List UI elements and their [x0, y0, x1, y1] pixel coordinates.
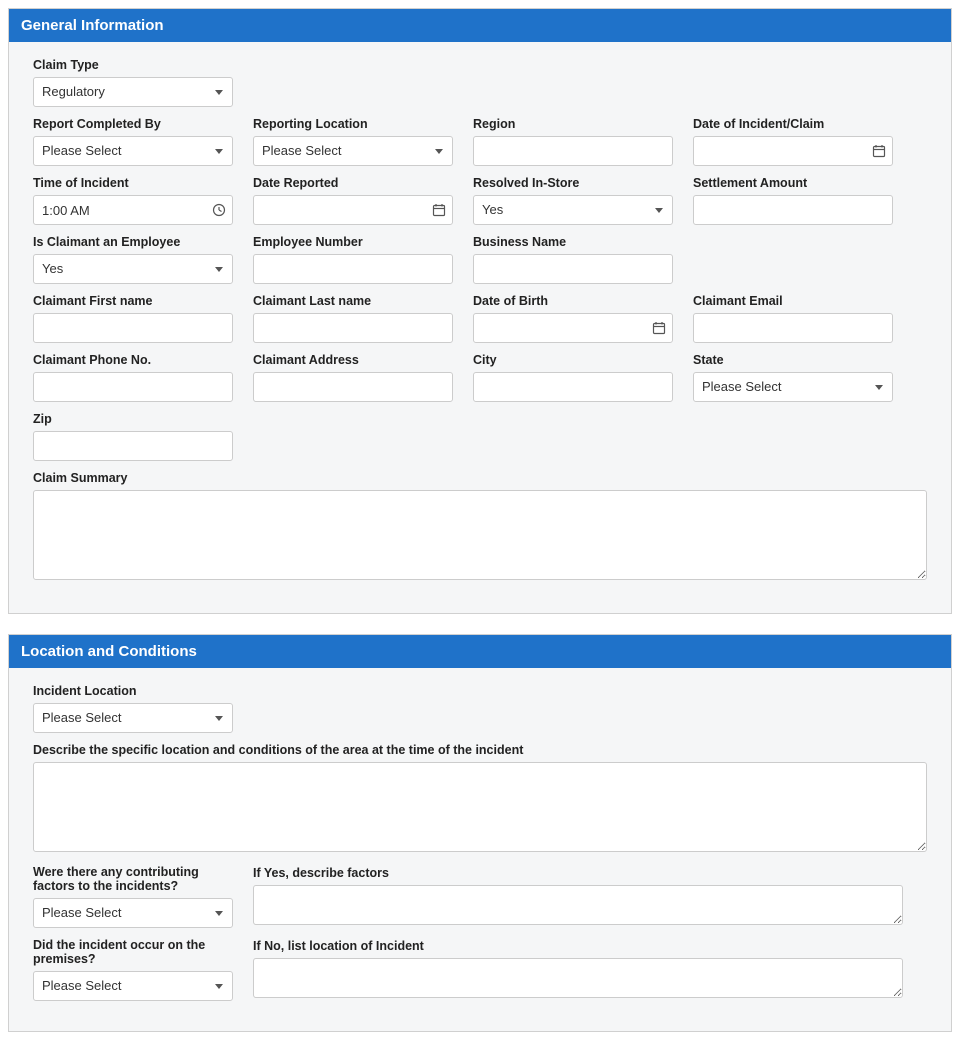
- resolved-in-store-label: Resolved In-Store: [473, 176, 673, 190]
- claimant-phone-label: Claimant Phone No.: [33, 353, 233, 367]
- date-of-birth-label: Date of Birth: [473, 294, 673, 308]
- claimant-last-input[interactable]: [253, 313, 453, 343]
- claim-type-field: Claim Type Regulatory: [33, 58, 233, 107]
- general-information-header: General Information: [9, 9, 951, 42]
- location-conditions-body: Incident Location Please Select Describe…: [9, 668, 951, 1031]
- incident-location-label: Incident Location: [33, 684, 233, 698]
- time-of-incident-input[interactable]: [33, 195, 233, 225]
- if-no-location-textarea[interactable]: [253, 958, 903, 998]
- claimant-first-input[interactable]: [33, 313, 233, 343]
- employee-number-field: Employee Number: [253, 235, 453, 284]
- state-label: State: [693, 353, 893, 367]
- is-employee-label: Is Claimant an Employee: [33, 235, 233, 249]
- business-name-input[interactable]: [473, 254, 673, 284]
- state-select[interactable]: Please Select: [693, 372, 893, 402]
- claim-summary-label: Claim Summary: [33, 471, 927, 485]
- claimant-address-input[interactable]: [253, 372, 453, 402]
- contributing-factors-field: Were there any contributing factors to t…: [33, 865, 233, 928]
- resolved-in-store-field: Resolved In-Store Yes: [473, 176, 673, 225]
- city-input[interactable]: [473, 372, 673, 402]
- report-completed-by-label: Report Completed By: [33, 117, 233, 131]
- describe-factors-textarea[interactable]: [253, 885, 903, 925]
- occur-premises-label: Did the incident occur on the premises?: [33, 938, 233, 966]
- zip-input[interactable]: [33, 431, 233, 461]
- settlement-amount-field: Settlement Amount: [693, 176, 893, 225]
- time-of-incident-label: Time of Incident: [33, 176, 233, 190]
- reporting-location-field: Reporting Location Please Select: [253, 117, 453, 166]
- date-of-birth-field: Date of Birth: [473, 294, 673, 343]
- claimant-last-field: Claimant Last name: [253, 294, 453, 343]
- employee-number-input[interactable]: [253, 254, 453, 284]
- claimant-email-input[interactable]: [693, 313, 893, 343]
- state-field: State Please Select: [693, 353, 893, 402]
- describe-factors-label: If Yes, describe factors: [253, 866, 903, 880]
- claimant-address-label: Claimant Address: [253, 353, 453, 367]
- incident-location-field: Incident Location Please Select: [33, 684, 233, 733]
- date-reported-label: Date Reported: [253, 176, 453, 190]
- region-input[interactable]: [473, 136, 673, 166]
- region-field: Region: [473, 117, 673, 166]
- claim-type-label: Claim Type: [33, 58, 233, 72]
- claimant-phone-field: Claimant Phone No.: [33, 353, 233, 402]
- is-employee-select[interactable]: Yes: [33, 254, 233, 284]
- business-name-field: Business Name: [473, 235, 673, 284]
- claimant-email-label: Claimant Email: [693, 294, 893, 308]
- date-of-birth-input[interactable]: [473, 313, 673, 343]
- region-label: Region: [473, 117, 673, 131]
- settlement-amount-input[interactable]: [693, 195, 893, 225]
- city-field: City: [473, 353, 673, 402]
- occur-premises-field: Did the incident occur on the premises? …: [33, 938, 233, 1001]
- reporting-location-label: Reporting Location: [253, 117, 453, 131]
- zip-field: Zip: [33, 412, 233, 461]
- location-conditions-header: Location and Conditions: [9, 635, 951, 668]
- business-name-label: Business Name: [473, 235, 673, 249]
- report-completed-by-field: Report Completed By Please Select: [33, 117, 233, 166]
- claimant-first-label: Claimant First name: [33, 294, 233, 308]
- settlement-amount-label: Settlement Amount: [693, 176, 893, 190]
- claim-summary-textarea[interactable]: [33, 490, 927, 580]
- location-conditions-section: Location and Conditions Incident Locatio…: [8, 634, 952, 1032]
- time-of-incident-field: Time of Incident: [33, 176, 233, 225]
- describe-factors-field: If Yes, describe factors: [253, 866, 903, 928]
- claimant-last-label: Claimant Last name: [253, 294, 453, 308]
- describe-location-label: Describe the specific location and condi…: [33, 743, 927, 757]
- date-of-incident-label: Date of Incident/Claim: [693, 117, 893, 131]
- if-no-location-field: If No, list location of Incident: [253, 939, 903, 1001]
- claimant-email-field: Claimant Email: [693, 294, 893, 343]
- resolved-in-store-select[interactable]: Yes: [473, 195, 673, 225]
- date-of-incident-field: Date of Incident/Claim: [693, 117, 893, 166]
- claimant-address-field: Claimant Address: [253, 353, 453, 402]
- reporting-location-select[interactable]: Please Select: [253, 136, 453, 166]
- contributing-factors-label: Were there any contributing factors to t…: [33, 865, 233, 893]
- date-of-incident-input[interactable]: [693, 136, 893, 166]
- contributing-factors-select[interactable]: Please Select: [33, 898, 233, 928]
- is-employee-field: Is Claimant an Employee Yes: [33, 235, 233, 284]
- employee-number-label: Employee Number: [253, 235, 453, 249]
- claim-type-select[interactable]: Regulatory: [33, 77, 233, 107]
- general-information-section: General Information Claim Type Regulator…: [8, 8, 952, 614]
- if-no-location-label: If No, list location of Incident: [253, 939, 903, 953]
- describe-location-textarea[interactable]: [33, 762, 927, 852]
- date-reported-field: Date Reported: [253, 176, 453, 225]
- general-information-body: Claim Type Regulatory Report Completed B…: [9, 42, 951, 613]
- date-reported-input[interactable]: [253, 195, 453, 225]
- claim-summary-field: Claim Summary: [33, 471, 927, 583]
- city-label: City: [473, 353, 673, 367]
- occur-premises-select[interactable]: Please Select: [33, 971, 233, 1001]
- incident-location-select[interactable]: Please Select: [33, 703, 233, 733]
- zip-label: Zip: [33, 412, 233, 426]
- claimant-first-field: Claimant First name: [33, 294, 233, 343]
- claimant-phone-input[interactable]: [33, 372, 233, 402]
- report-completed-by-select[interactable]: Please Select: [33, 136, 233, 166]
- describe-location-field: Describe the specific location and condi…: [33, 743, 927, 855]
